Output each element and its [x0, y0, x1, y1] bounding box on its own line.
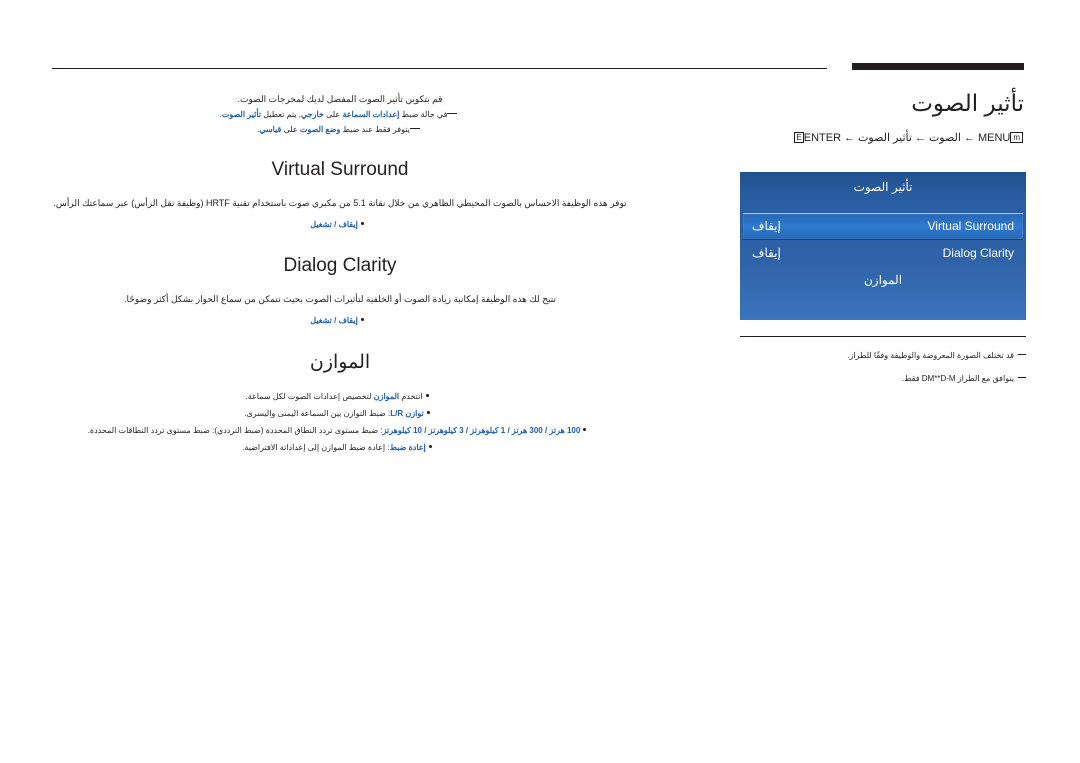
bullet-text-post: : ضبط التوازن بين السماعة اليمنى واليسرى…	[244, 409, 391, 418]
breadcrumb-enter-label: ENTER	[803, 132, 842, 144]
header-rule-left	[52, 68, 827, 69]
bullet-text-post: : إعادة ضبط الموازن إلى إعداداته الافترا…	[242, 443, 390, 452]
osd-row-balance[interactable]: الموازن	[740, 267, 1026, 294]
notes-rule	[740, 336, 1026, 337]
bullet-text-pre: انتخدم	[399, 392, 423, 401]
section-title-dialog-clarity: Dialog Clarity	[283, 255, 397, 276]
intro-line-3: يتوفر فقط عند ضبط وضع الصوت على قياسي.	[52, 122, 628, 137]
bullet-text-highlight: إعادة ضبط	[389, 443, 426, 452]
note-item-1: قد تختلف الصورة المعروضة والوظيفة وفقًا …	[740, 349, 1026, 362]
breadcrumb-segment-sound-effect: تأثير الصوت	[858, 132, 912, 144]
section-bullets-virtual-surround: إيقاف / تشغيل	[52, 217, 628, 233]
note-text-2: يتوافق مع الطراز DM**D-M فقط.	[901, 374, 1014, 383]
breadcrumb-menu-label: MENU	[977, 132, 1011, 144]
intro-3-bold-1: وضع الصوت	[299, 125, 341, 134]
bullet-text: إيقاف / تشغيل	[310, 220, 358, 229]
list-item: إيقاف / تشغيل	[52, 313, 628, 329]
section-bullets-balance: انتخدم الموازن لتخصيص إعدادات الصوت لكل …	[52, 388, 628, 456]
list-item: انتخدم الموازن لتخصيص إعدادات الصوت لكل …	[52, 388, 628, 405]
note-dash-icon-2	[1018, 377, 1026, 378]
page-header: تأثير الصوت mMENU←الصوت←تأثير الصوت←ENTE…	[740, 88, 1026, 144]
section-body-virtual-surround: توفر هذه الوظيفة الاحساس بالصوت المحيطي …	[53, 198, 627, 208]
enter-key-icon: E	[794, 132, 804, 143]
page-title: تأثير الصوت	[911, 90, 1024, 116]
bullet-dot-icon	[425, 394, 429, 397]
bullet-text-post: : ضبط مستوى تردد النطاق المحددة (ضبط الت…	[87, 426, 383, 435]
breadcrumb-arrow-1: ←	[963, 132, 975, 144]
intro-3-bold-2: قياسي	[259, 125, 282, 134]
intro-line-1: قم بتكوين تأثير الصوت المفضل لديك لمخرجا…	[237, 94, 443, 104]
intro-line-2: في حالة ضبط إعدادات السماعة على خارجي, ي…	[52, 107, 628, 122]
breadcrumb-arrow-2: ←	[914, 132, 926, 144]
osd-row-virtual-surround-label: إيقاف	[752, 219, 781, 233]
breadcrumb-arrow-3: ←	[844, 132, 856, 144]
bullet-text: إيقاف / تشغيل	[310, 316, 358, 325]
intro-2-pre: في حالة ضبط	[401, 110, 448, 119]
list-item: 100 هرتز / 300 هرتز / 1 كيلوهرتز / 3 كيل…	[52, 422, 628, 439]
main-content: قم بتكوين تأثير الصوت المفضل لديك لمخرجا…	[52, 92, 628, 456]
list-item: توازن L/R: ضبط التوازن بين السماعة اليمن…	[52, 405, 628, 422]
breadcrumb: mMENU←الصوت←تأثير الصوت←ENTERE	[740, 131, 1026, 144]
bullet-dot-icon	[360, 318, 364, 321]
intro-2-bold-3: تأثير الصوت	[221, 110, 262, 119]
intro-3-pre: يتوفر فقط عند ضبط	[342, 125, 410, 134]
list-item: إعادة ضبط: إعادة ضبط الموازن إلى إعدادات…	[52, 439, 628, 456]
note-dash-icon-1	[1018, 354, 1026, 355]
bullet-dot-icon	[583, 428, 587, 431]
intro-2-bold-2: خارجي	[301, 110, 324, 119]
osd-row-dialog-clarity-label: إيقاف	[752, 246, 781, 260]
intro-2-bold-1: إعدادات السماعة	[342, 110, 400, 119]
note-item-2: يتوافق مع الطراز DM**D-M فقط.	[740, 372, 1026, 385]
bullet-text-post: لتخصيص إعدادات الصوت لكل سماعة.	[245, 392, 374, 401]
osd-row-virtual-surround[interactable]: Virtual Surround إيقاف	[743, 213, 1023, 240]
section-title-virtual-surround: Virtual Surround	[271, 159, 409, 180]
bullet-dot-icon	[426, 411, 430, 414]
osd-panel: تأثير الصوت Virtual Surround إيقاف Dialo…	[740, 172, 1026, 320]
header-rule-right	[852, 63, 1024, 70]
note-text-1: قد تختلف الصورة المعروضة والوظيفة وفقًا …	[847, 351, 1014, 360]
intro-3-mid: على	[283, 125, 298, 134]
section-body-dialog-clarity: تتيح لك هذه الوظيفة إمكانية زيادة الصوت …	[124, 294, 556, 304]
breadcrumb-segment-sound: الصوت	[928, 132, 961, 144]
bullet-text-highlight: توازن L/R	[390, 409, 424, 418]
osd-row-balance-value: الموازن	[863, 273, 903, 287]
bullet-dot-icon	[428, 445, 432, 448]
bullet-dot-icon	[360, 222, 364, 225]
osd-row-dialog-clarity-value: Dialog Clarity	[942, 246, 1014, 260]
osd-spacer	[740, 202, 1026, 212]
figure-notes: قد تختلف الصورة المعروضة والوظيفة وفقًا …	[740, 336, 1026, 395]
section-title-balance: الموازن	[309, 352, 371, 373]
intro-2-post: , يتم تعطيل	[263, 110, 302, 119]
intro-dash-icon-1	[447, 113, 458, 114]
intro-2-mid: على	[326, 110, 341, 119]
osd-row-virtual-surround-value: Virtual Surround	[927, 219, 1015, 233]
bullet-text-highlight: 100 هرتز / 300 هرتز / 1 كيلوهرتز / 3 كيل…	[382, 426, 581, 435]
section-bullets-dialog-clarity: إيقاف / تشغيل	[52, 313, 628, 329]
list-item: إيقاف / تشغيل	[52, 217, 628, 233]
bullet-text-highlight: الموازن	[373, 392, 400, 401]
osd-row-dialog-clarity[interactable]: Dialog Clarity إيقاف	[740, 240, 1026, 267]
osd-title: تأثير الصوت	[740, 172, 1026, 202]
intro-dash-icon-2	[409, 128, 420, 129]
menu-key-icon: m	[1010, 132, 1023, 143]
